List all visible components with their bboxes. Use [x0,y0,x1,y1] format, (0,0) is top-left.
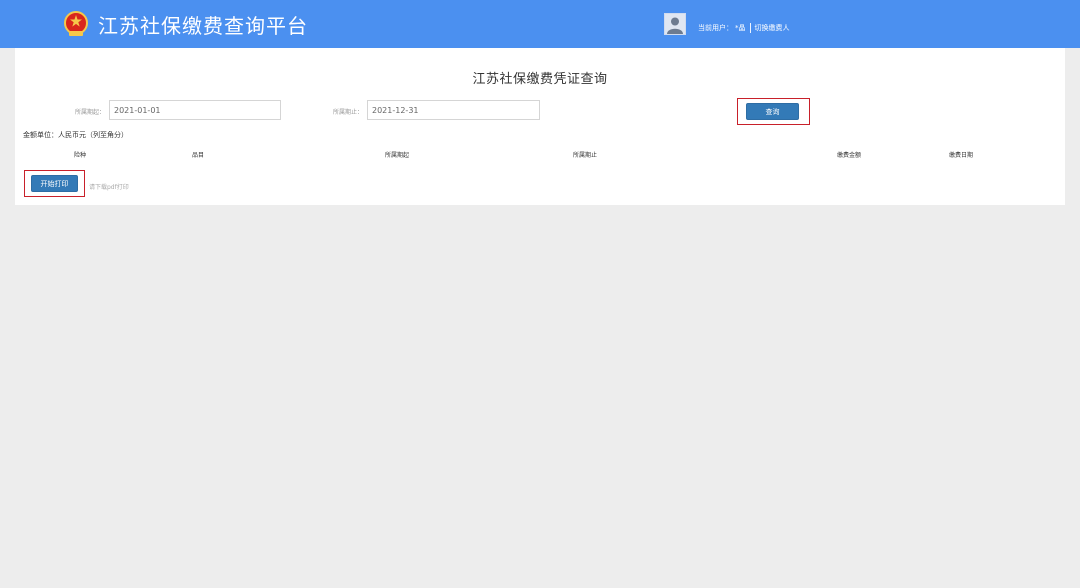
col-header-insurance-type: 险种 [74,152,87,159]
national-emblem-icon [64,11,88,36]
query-button[interactable]: 查询 [746,103,799,120]
platform-title: 江苏社保缴费查询平台 [98,13,308,38]
col-header-payment-date: 缴费日期 [949,152,974,159]
col-header-period-end: 所属期止 [573,152,598,159]
current-user-label: 当前用户： [698,23,733,32]
pdf-print-hint: 请下载pdf打印 [89,184,129,191]
col-header-amount: 缴费金额 [837,152,862,159]
top-header-bar: 江苏社保缴费查询平台 当前用户： *晶 切换缴费人 [0,0,1080,48]
col-header-period-start: 所属期起 [385,152,410,159]
switch-payer-link[interactable]: 切换缴费人 [755,23,790,33]
brand: 江苏社保缴费查询平台 [62,8,308,40]
amount-unit-text: 金额单位：人民币元（列至角分） [23,131,128,139]
user-area: 当前用户： *晶 切换缴费人 [664,10,790,38]
end-period-label: 所属期止： [333,109,364,116]
start-period-input[interactable] [109,100,281,120]
end-period-input[interactable] [367,100,540,120]
col-header-item: 品目 [192,152,205,159]
page-title: 江苏社保缴费凭证查询 [472,72,608,87]
user-avatar-icon[interactable] [664,13,686,35]
current-user-name: *晶 [735,23,746,32]
start-print-button[interactable]: 开始打印 [31,175,78,192]
query-panel: 江苏社保缴费凭证查询 所属期起： 所属期止： 查询 金额单位：人民币元（列至角分… [15,48,1065,205]
start-period-label: 所属期起： [75,109,106,116]
header-divider [749,22,751,33]
